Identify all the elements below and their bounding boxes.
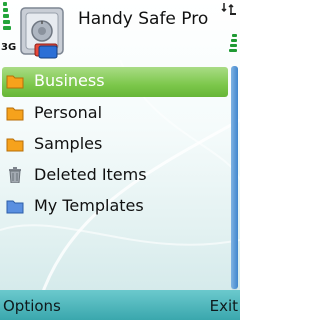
list-item-label: Personal [34, 103, 103, 122]
trash-icon [9, 167, 21, 183]
folder-icon [6, 107, 24, 121]
list-item-label: Deleted Items [34, 165, 147, 184]
data-transfer-icon [221, 3, 236, 15]
folder-icon [6, 75, 24, 89]
network-indicator: 3G [1, 42, 17, 53]
list-item-samples[interactable]: Samples [2, 130, 228, 160]
list-item-deleted-items[interactable]: Deleted Items [2, 161, 228, 191]
list-item-label: My Templates [34, 196, 144, 215]
app-title: Handy Safe Pro [78, 9, 209, 29]
list-item-label: Samples [34, 134, 103, 153]
list-item-business[interactable]: Business [2, 67, 228, 97]
signal-strength-icon [3, 2, 13, 32]
list-item-label: Business [34, 71, 105, 90]
safe-icon [20, 7, 64, 59]
blue-folder-icon [6, 200, 24, 214]
softkey-bar: Options Exit [0, 290, 240, 320]
exit-softkey[interactable]: Exit [210, 297, 238, 315]
app-header: Handy Safe Pro 3G [0, 0, 240, 66]
list-item-personal[interactable]: Personal [2, 99, 228, 129]
list-item-my-templates[interactable]: My Templates [2, 192, 228, 222]
app-screen: Handy Safe Pro 3G Business Personal Samp… [0, 0, 240, 320]
battery-icon [229, 34, 237, 54]
scrollbar-thumb[interactable] [231, 66, 238, 289]
options-softkey[interactable]: Options [3, 297, 61, 315]
folder-icon [6, 138, 24, 152]
